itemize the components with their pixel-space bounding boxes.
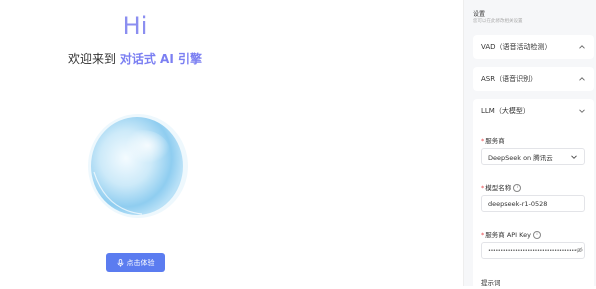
llm-section: LLM（大模型） *服务商 DeepSeek on 腾讯云 *模型名称 i dee… xyxy=(473,99,594,289)
provider-label: *服务商 xyxy=(481,137,505,145)
main-area: Hi 欢迎来到 对话式 AI 引擎 点击体验 xyxy=(0,0,463,286)
vad-section-header[interactable]: VAD（语音活动检测） xyxy=(473,35,594,59)
start-experience-button[interactable]: 点击体验 xyxy=(106,253,165,272)
chevron-up-icon xyxy=(578,75,586,83)
eye-off-icon[interactable] xyxy=(576,246,584,255)
settings-panel: 设置 您可以在此修改相关设置 VAD（语音活动检测） ASR（语音识别） LLM… xyxy=(464,0,596,289)
asr-section-label: ASR（语音识别） xyxy=(481,75,538,83)
chevron-down-icon xyxy=(578,107,586,115)
asr-section[interactable]: ASR（语音识别） xyxy=(473,67,594,91)
llm-section-label: LLM（大模型） xyxy=(481,107,530,115)
model-name-value: deepseek-r1-0528 xyxy=(488,199,548,208)
chevron-up-icon xyxy=(578,43,586,51)
api-key-value: •••••••••••••••••••••••••••••••••••• xyxy=(488,247,577,254)
welcome-subtitle-prefix: 欢迎来到 xyxy=(68,52,120,66)
microphone-icon xyxy=(117,258,123,267)
welcome-subtitle: 欢迎来到 对话式 AI 引擎 xyxy=(0,50,270,67)
provider-select-value: DeepSeek on 腾讯云 xyxy=(488,153,553,162)
vad-section-label: VAD（语音活动检测） xyxy=(481,43,552,51)
vad-section[interactable]: VAD（语音活动检测） xyxy=(473,35,594,59)
api-key-label: *服务商 API Key i xyxy=(481,229,541,239)
info-icon[interactable]: i xyxy=(513,184,522,192)
api-key-input[interactable]: •••••••••••••••••••••••••••••••••••• xyxy=(481,242,585,259)
chevron-down-icon xyxy=(570,153,578,161)
model-name-label: *模型名称 i xyxy=(481,182,522,192)
required-asterisk: * xyxy=(481,184,485,192)
settings-subtitle: 您可以在此修改相关设置 xyxy=(473,19,523,24)
start-experience-label: 点击体验 xyxy=(126,258,155,267)
model-name-input[interactable]: deepseek-r1-0528 xyxy=(481,195,585,212)
greeting-title: Hi xyxy=(122,12,148,40)
ai-orb-image xyxy=(88,114,188,218)
asr-section-header[interactable]: ASR（语音识别） xyxy=(473,67,594,91)
info-icon[interactable]: i xyxy=(532,231,541,239)
welcome-subtitle-accent: 对话式 AI 引擎 xyxy=(119,52,202,66)
required-asterisk: * xyxy=(481,231,485,239)
required-asterisk: * xyxy=(481,137,485,145)
llm-section-header[interactable]: LLM（大模型） xyxy=(473,99,594,123)
provider-select[interactable]: DeepSeek on 腾讯云 xyxy=(481,148,585,165)
settings-title: 设置 xyxy=(473,11,486,18)
